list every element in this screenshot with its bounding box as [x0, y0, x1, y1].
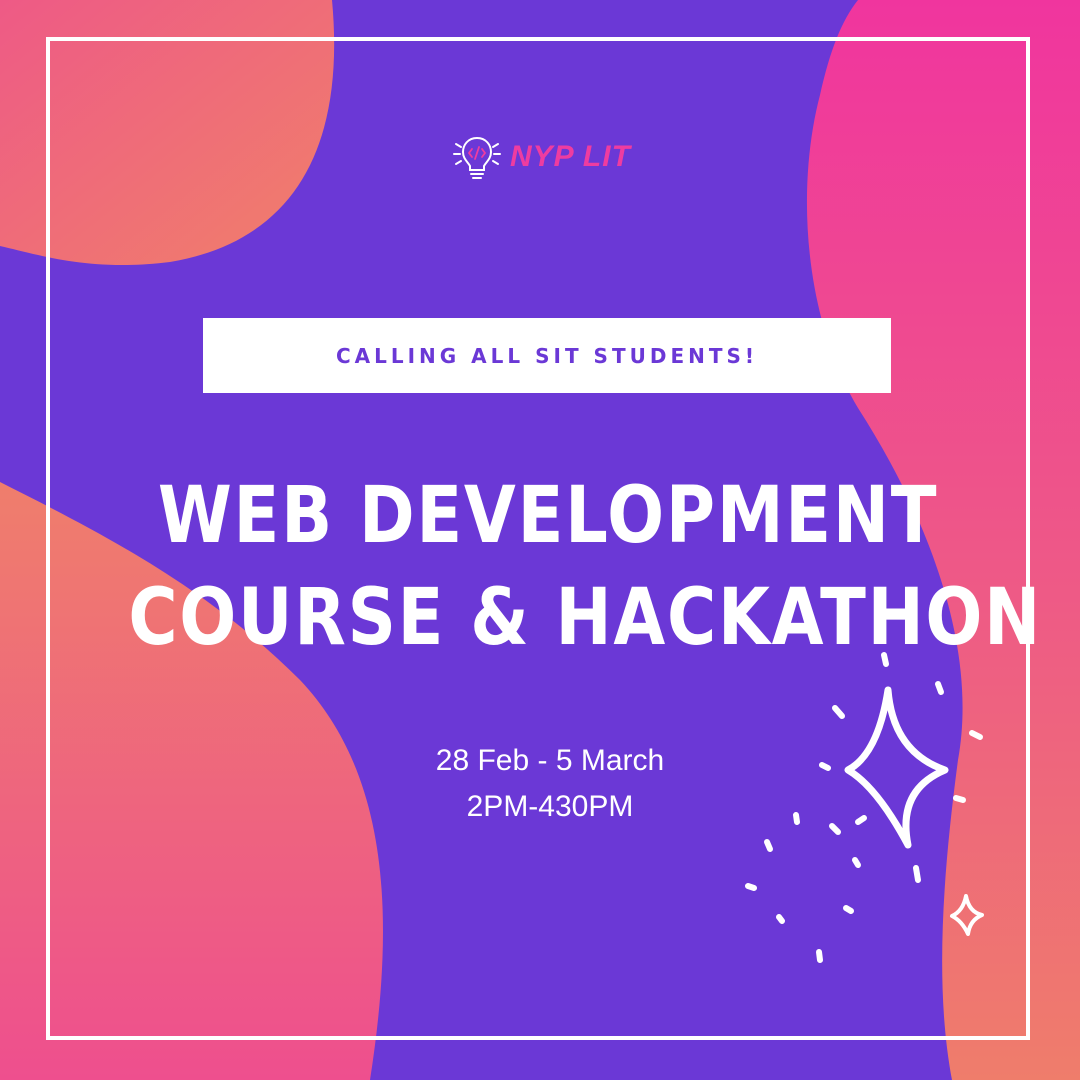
sparkle-decoration	[745, 652, 984, 963]
sparkle-icon	[950, 894, 984, 936]
event-poster: NYP LIT CALLING ALL SIT STUDENTS! WEB DE…	[0, 0, 1080, 1080]
sparkle-dots	[745, 652, 983, 963]
